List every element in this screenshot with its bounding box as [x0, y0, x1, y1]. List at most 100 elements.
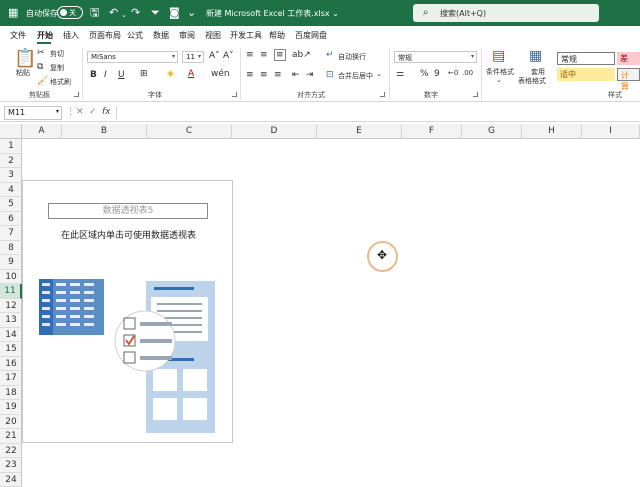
merge-center-icon[interactable]: ⊡ — [326, 70, 334, 80]
tab-view[interactable]: 视图 — [205, 30, 221, 41]
cancel-icon[interactable]: ✕ — [76, 107, 84, 117]
row-header-3[interactable]: 3 — [0, 168, 22, 183]
paste-button[interactable]: 粘贴 — [16, 68, 30, 78]
wrap-text-icon[interactable]: ↵ — [326, 50, 334, 60]
font-size-select[interactable]: 11 ▾ — [182, 51, 204, 63]
search-box[interactable]: ⌕ 搜索(Alt+Q) — [413, 4, 599, 22]
copy-icon[interactable]: ⧉ — [37, 62, 43, 72]
align-left-icon[interactable]: ≡ — [246, 70, 254, 80]
style-bad[interactable]: 差 — [617, 52, 640, 65]
autosave-toggle[interactable]: 关 — [57, 6, 83, 19]
row-header-7[interactable]: 7 — [0, 226, 22, 241]
align-bottom-icon[interactable]: ≡ — [274, 49, 286, 61]
chevron-down-icon[interactable]: ⌄ — [496, 76, 502, 84]
format-as-table-label-2[interactable]: 表格格式 — [518, 76, 546, 86]
tab-developer[interactable]: 开发工具 — [230, 30, 262, 41]
merge-center-button[interactable]: 合并后居中 — [338, 71, 373, 81]
row-header-15[interactable]: 15 — [0, 342, 22, 357]
select-all-corner[interactable] — [0, 124, 22, 139]
row-header-23[interactable]: 23 — [0, 458, 22, 473]
row-header-21[interactable]: 21 — [0, 429, 22, 444]
italic-icon[interactable]: I — [104, 70, 107, 80]
cut-icon[interactable]: ✂ — [37, 48, 45, 58]
save-icon[interactable]: 🖫 — [90, 6, 99, 19]
alignment-launcher-icon[interactable] — [380, 92, 385, 97]
enter-icon[interactable]: ✓ — [89, 107, 97, 117]
number-launcher-icon[interactable] — [473, 92, 478, 97]
redo-icon[interactable]: ↷ — [131, 6, 140, 19]
customize-quick-access-icon[interactable]: ⌄ — [187, 6, 196, 19]
style-calc[interactable]: 计算 — [617, 68, 640, 91]
row-header-19[interactable]: 19 — [0, 400, 22, 415]
underline-icon[interactable]: U — [118, 70, 125, 80]
fill-color-icon[interactable]: ◈ — [167, 69, 174, 79]
column-header-b[interactable]: B — [62, 124, 147, 139]
row-header-17[interactable]: 17 — [0, 371, 22, 386]
column-header-c[interactable]: C — [147, 124, 232, 139]
tab-page-layout[interactable]: 页面布局 — [89, 30, 121, 41]
wrap-text-button[interactable]: 自动换行 — [338, 52, 366, 62]
format-painter-button[interactable]: 格式刷 — [50, 77, 71, 87]
column-header-d[interactable]: D — [232, 124, 317, 139]
camera-icon[interactable]: ◙ — [169, 6, 180, 19]
formula-input[interactable] — [116, 106, 638, 120]
tab-formulas[interactable]: 公式 — [127, 30, 143, 41]
cut-button[interactable]: 剪切 — [50, 49, 64, 59]
row-header-5[interactable]: 5 — [0, 197, 22, 212]
align-center-icon[interactable]: ≡ — [260, 70, 268, 80]
accounting-format-icon[interactable]: ⚌ — [396, 69, 404, 79]
filter-icon[interactable]: ⏷ — [151, 6, 160, 19]
row-header-4[interactable]: 4 — [0, 183, 22, 197]
paste-icon[interactable]: 📋 — [14, 48, 36, 69]
row-header-8[interactable]: 8 — [0, 241, 22, 255]
pivot-table-placeholder[interactable]: 数据透视表5 在此区域内单击可使用数据透视表 — [22, 180, 233, 443]
font-name-select[interactable]: MiSans ▾ — [87, 51, 178, 63]
increase-font-icon[interactable]: A˄ — [209, 51, 220, 61]
row-header-18[interactable]: 18 — [0, 386, 22, 400]
align-top-icon[interactable]: ≡ — [246, 50, 254, 60]
tab-insert[interactable]: 插入 — [63, 30, 79, 41]
style-neutral[interactable]: 适中 — [557, 68, 615, 81]
decrease-font-icon[interactable]: A˅ — [223, 51, 234, 61]
column-header-e[interactable]: E — [317, 124, 402, 139]
column-header-f[interactable]: F — [402, 124, 462, 139]
clipboard-launcher-icon[interactable] — [74, 92, 79, 97]
conditional-formatting-icon[interactable]: ▤ — [492, 48, 505, 64]
percent-icon[interactable]: % — [420, 69, 429, 79]
column-header-g[interactable]: G — [462, 124, 522, 139]
decrease-decimal-icon[interactable]: .00 — [462, 69, 473, 77]
row-header-13[interactable]: 13 — [0, 313, 22, 328]
orientation-icon[interactable]: ab↗ — [292, 50, 311, 60]
decrease-indent-icon[interactable]: ⇤ — [292, 70, 300, 80]
column-header-i[interactable]: I — [582, 124, 640, 139]
copy-button[interactable]: 复制 — [50, 63, 64, 73]
undo-dropdown-icon[interactable]: ⌄ — [121, 9, 127, 22]
align-right-icon[interactable]: ≡ — [274, 70, 282, 80]
increase-decimal-icon[interactable]: ←0 — [448, 69, 458, 77]
format-as-table-icon[interactable]: ▦ — [529, 48, 542, 64]
name-box[interactable]: M11 ▾ — [4, 106, 62, 120]
tab-file[interactable]: 文件 — [10, 30, 26, 41]
border-icon[interactable]: ⊞ — [140, 69, 148, 79]
align-middle-icon[interactable]: ≡ — [260, 50, 268, 60]
row-header-20[interactable]: 20 — [0, 415, 22, 429]
number-format-select[interactable]: 常规 ▾ — [394, 51, 477, 63]
increase-indent-icon[interactable]: ⇥ — [306, 70, 314, 80]
insert-function-icon[interactable]: fx — [102, 107, 111, 117]
bold-icon[interactable]: B — [90, 70, 97, 80]
font-launcher-icon[interactable] — [232, 92, 237, 97]
row-header-12[interactable]: 12 — [0, 299, 22, 313]
row-header-6[interactable]: 6 — [0, 212, 22, 226]
style-normal[interactable]: 常规 — [557, 52, 615, 65]
comma-style-icon[interactable]: 9 — [434, 69, 440, 79]
undo-icon[interactable]: ↶ — [109, 6, 118, 19]
column-header-a[interactable]: A — [22, 124, 62, 139]
format-painter-icon[interactable]: 🖌 — [37, 76, 48, 86]
tab-home[interactable]: 开始 — [37, 30, 53, 41]
row-header-10[interactable]: 10 — [0, 270, 22, 284]
chevron-down-icon[interactable]: ⌄ — [376, 70, 382, 78]
row-header-9[interactable]: 9 — [0, 255, 22, 270]
row-header-16[interactable]: 16 — [0, 357, 22, 371]
row-header-24[interactable]: 24 — [0, 473, 22, 487]
document-title[interactable]: 新建 Microsoft Excel 工作表.xlsx ⌄ — [206, 8, 339, 19]
